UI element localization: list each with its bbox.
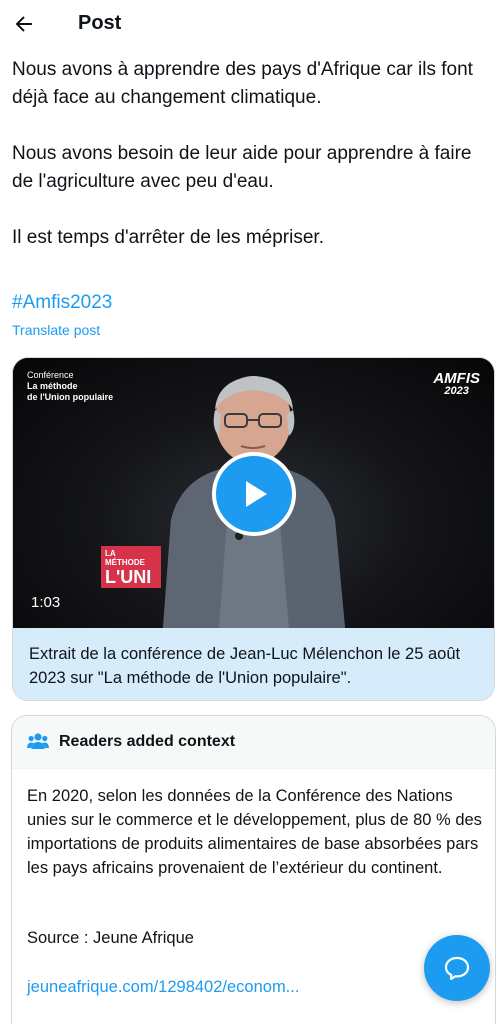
community-note-source: Source : Jeune Afrique [27, 929, 194, 947]
video-card[interactable]: LA MÉTHODE L'UNI Conférence La méthode d… [12, 357, 495, 701]
chat-bubble-icon [444, 956, 470, 981]
video-overlay-text: Conférence La méthode de l'Union populai… [27, 370, 114, 402]
amfis-logo: AMFIS 2023 [433, 370, 480, 397]
video-duration: 1:03 [31, 594, 61, 611]
people-icon [27, 733, 49, 749]
video-player[interactable]: LA MÉTHODE L'UNI Conférence La méthode d… [13, 358, 494, 628]
back-button[interactable] [8, 8, 40, 40]
post-paragraph: Nous avons besoin de leur aide pour appr… [12, 143, 472, 192]
play-button[interactable] [212, 452, 296, 536]
post-paragraph: Il est temps d'arrêter de les mépriser. [12, 227, 324, 248]
top-bar: Post [0, 0, 499, 48]
community-note-body: En 2020, selon les données de la Confére… [27, 787, 482, 877]
compose-button[interactable] [424, 935, 490, 1001]
page-title: Post [78, 12, 122, 34]
hashtag-link[interactable]: #Amfis2023 [12, 289, 112, 317]
community-note-card: Readers added context En 2020, selon les… [11, 715, 496, 1024]
translate-post-link[interactable]: Translate post [12, 322, 100, 338]
community-note-header: Readers added context [12, 716, 495, 769]
arrow-left-icon [15, 16, 32, 32]
community-note-link[interactable]: jeuneafrique.com/1298402/econom... [27, 978, 299, 997]
post-text: Nous avons à apprendre des pays d'Afriqu… [12, 56, 488, 252]
post-page: Post Nous avons à apprendre des pays d'A… [0, 0, 499, 1024]
community-note-title: Readers added context [59, 733, 236, 750]
video-caption: Extrait de la conférence de Jean-Luc Mél… [13, 628, 494, 700]
play-icon [246, 481, 267, 507]
post-paragraph: Nous avons à apprendre des pays d'Afriqu… [12, 59, 473, 108]
